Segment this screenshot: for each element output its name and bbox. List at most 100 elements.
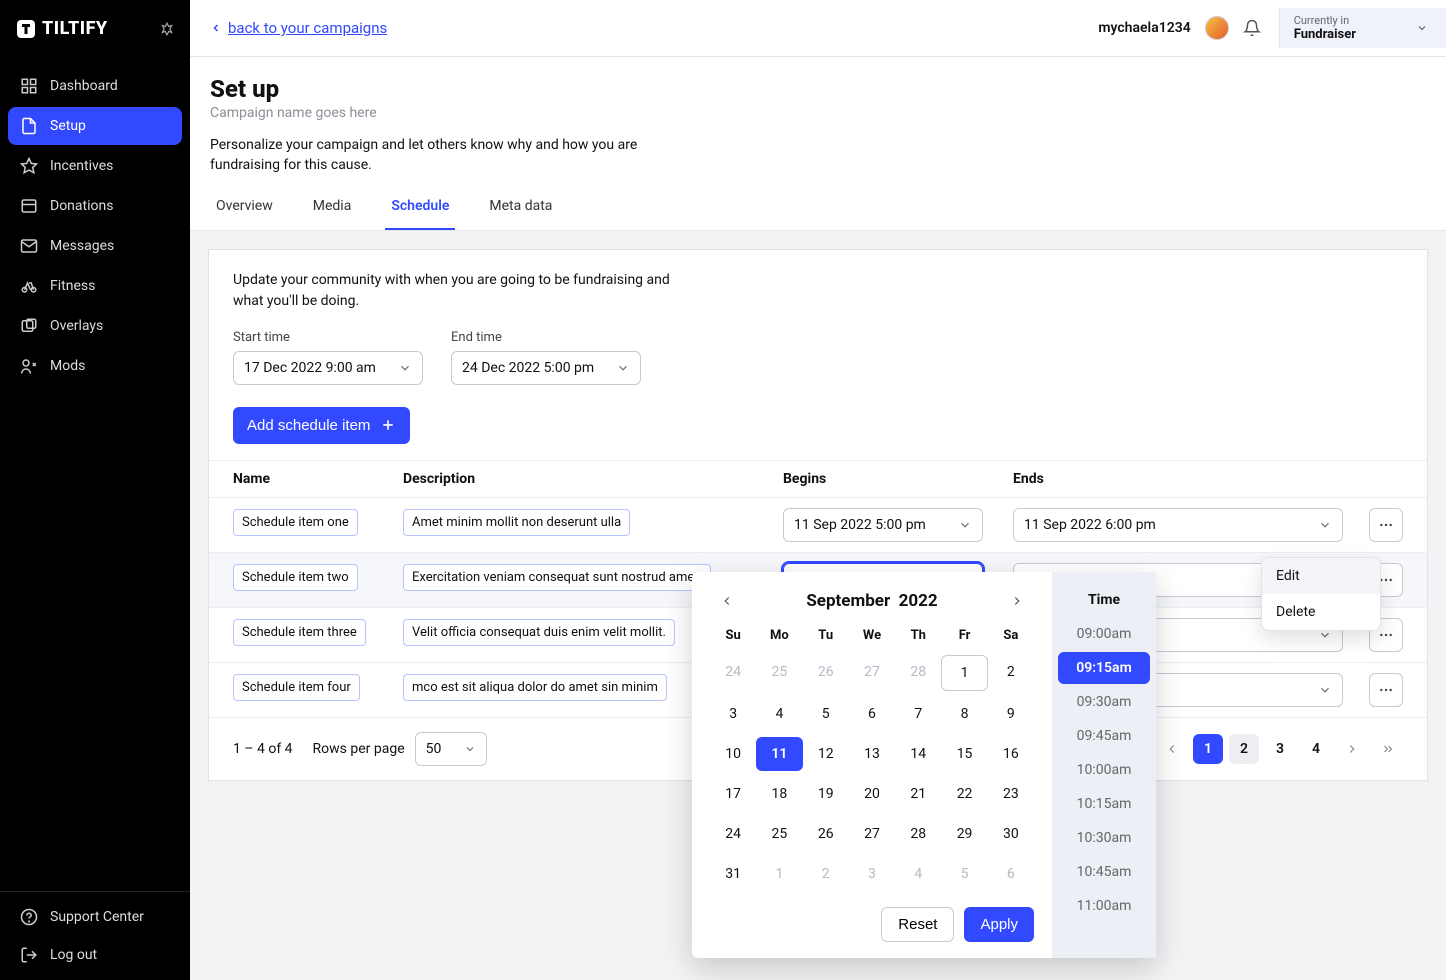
prev-month-button[interactable] (716, 590, 738, 612)
ends-dropdown[interactable]: 11 Sep 2022 6:00 pm (1013, 508, 1343, 542)
calendar-day[interactable]: 15 (941, 737, 987, 771)
tab-schedule[interactable]: Schedule (385, 198, 455, 230)
time-option[interactable]: 09:00am (1058, 618, 1150, 650)
time-option[interactable]: 09:15am (1058, 652, 1150, 684)
calendar-day[interactable]: 14 (895, 737, 941, 771)
calendar-day[interactable]: 1 (756, 857, 802, 891)
avatar[interactable] (1205, 16, 1229, 40)
time-option[interactable]: 10:15am (1058, 788, 1150, 820)
calendar-day[interactable]: 7 (895, 697, 941, 731)
calendar-day[interactable]: 30 (988, 817, 1034, 851)
calendar-day[interactable]: 29 (941, 817, 987, 851)
calendar-day[interactable]: 4 (895, 857, 941, 891)
calendar-day[interactable]: 31 (710, 857, 756, 891)
calendar-day[interactable]: 28 (895, 817, 941, 851)
tab-overview[interactable]: Overview (210, 198, 279, 230)
start-time-dropdown[interactable]: 17 Dec 2022 9:00 am (233, 351, 423, 385)
sidebar-item-incentives[interactable]: Incentives (8, 147, 182, 185)
last-page-button[interactable] (1373, 734, 1403, 764)
calendar-day[interactable]: 12 (803, 737, 849, 771)
end-time-dropdown[interactable]: 24 Dec 2022 5:00 pm (451, 351, 641, 385)
sidebar-item-mods[interactable]: Mods (8, 347, 182, 385)
tab-meta-data[interactable]: Meta data (483, 198, 558, 230)
sidebar-item-overlays[interactable]: Overlays (8, 307, 182, 345)
calendar-day[interactable]: 21 (895, 777, 941, 811)
apply-button[interactable]: Apply (964, 907, 1034, 942)
next-month-button[interactable] (1006, 590, 1028, 612)
sidebar-item-messages[interactable]: Messages (8, 227, 182, 265)
page-2[interactable]: 2 (1229, 734, 1259, 764)
name-input[interactable]: Schedule item three (233, 619, 366, 646)
time-option[interactable]: 10:00am (1058, 754, 1150, 786)
description-input[interactable]: mco est sit aliqua dolor do amet sin min… (403, 674, 667, 701)
sidebar-item-fitness[interactable]: Fitness (8, 267, 182, 305)
calendar-day[interactable]: 5 (803, 697, 849, 731)
calendar-day[interactable]: 25 (756, 817, 802, 851)
time-option[interactable]: 11:00am (1058, 890, 1150, 922)
edit-action[interactable]: Edit (1262, 558, 1380, 594)
calendar-day[interactable]: 13 (849, 737, 895, 771)
calendar-day[interactable]: 6 (849, 697, 895, 731)
calendar-day[interactable]: 19 (803, 777, 849, 811)
calendar-day[interactable]: 24 (710, 655, 756, 691)
role-switcher[interactable]: Currently in Fundraiser (1279, 8, 1446, 48)
name-input[interactable]: Schedule item one (233, 509, 358, 536)
add-schedule-item-button[interactable]: Add schedule item (233, 407, 410, 444)
rows-per-page-dropdown[interactable]: 50 (415, 732, 487, 766)
calendar-day[interactable]: 26 (803, 817, 849, 851)
calendar-day[interactable]: 27 (849, 817, 895, 851)
sidebar-footer-support-center[interactable]: Support Center (8, 898, 182, 936)
next-page-button[interactable] (1337, 734, 1367, 764)
calendar-day[interactable]: 16 (988, 737, 1034, 771)
calendar-day[interactable]: 22 (941, 777, 987, 811)
begins-dropdown[interactable]: 11 Sep 2022 5:00 pm (783, 508, 983, 542)
calendar-day[interactable]: 8 (941, 697, 987, 731)
description-input[interactable]: Exercitation veniam consequat sunt nostr… (403, 564, 711, 591)
page-3[interactable]: 3 (1265, 734, 1295, 764)
calendar-day[interactable]: 4 (756, 697, 802, 731)
name-input[interactable]: Schedule item two (233, 564, 358, 591)
sidebar-footer-log-out[interactable]: Log out (8, 936, 182, 974)
tab-media[interactable]: Media (307, 198, 358, 230)
calendar-day[interactable]: 27 (849, 655, 895, 691)
sidebar-item-setup[interactable]: Setup (8, 107, 182, 145)
row-actions-button[interactable] (1369, 508, 1403, 542)
header-description: Personalize your campaign and let others… (210, 135, 670, 176)
calendar-day[interactable]: 26 (803, 655, 849, 691)
calendar-day[interactable]: 24 (710, 817, 756, 851)
sidebar-item-donations[interactable]: Donations (8, 187, 182, 225)
description-input[interactable]: Velit officia consequat duis enim velit … (403, 619, 675, 646)
calendar-day[interactable]: 9 (988, 697, 1034, 731)
calendar-day[interactable]: 1 (941, 655, 987, 691)
calendar-day[interactable]: 11 (756, 737, 802, 771)
calendar-day[interactable]: 6 (988, 857, 1034, 891)
calendar-day[interactable]: 5 (941, 857, 987, 891)
pin-icon[interactable] (160, 22, 174, 36)
calendar-day[interactable]: 2 (988, 655, 1034, 691)
calendar-day[interactable]: 17 (710, 777, 756, 811)
description-input[interactable]: Amet minim mollit non deserunt ulla (403, 509, 630, 536)
calendar-day[interactable]: 2 (803, 857, 849, 891)
time-option[interactable]: 09:30am (1058, 686, 1150, 718)
delete-action[interactable]: Delete (1262, 594, 1380, 630)
time-option[interactable]: 10:45am (1058, 856, 1150, 888)
sidebar-item-dashboard[interactable]: Dashboard (8, 67, 182, 105)
calendar-day[interactable]: 20 (849, 777, 895, 811)
calendar-day[interactable]: 28 (895, 655, 941, 691)
calendar-day[interactable]: 18 (756, 777, 802, 811)
calendar-day[interactable]: 3 (710, 697, 756, 731)
page-4[interactable]: 4 (1301, 734, 1331, 764)
time-option[interactable]: 09:45am (1058, 720, 1150, 752)
page-1[interactable]: 1 (1193, 734, 1223, 764)
calendar-day[interactable]: 3 (849, 857, 895, 891)
reset-button[interactable]: Reset (881, 907, 954, 942)
name-input[interactable]: Schedule item four (233, 674, 360, 701)
calendar-day[interactable]: 10 (710, 737, 756, 771)
calendar-day[interactable]: 25 (756, 655, 802, 691)
calendar-day[interactable]: 23 (988, 777, 1034, 811)
back-link[interactable]: back to your campaigns (210, 19, 387, 37)
row-actions-button[interactable] (1369, 673, 1403, 707)
bell-icon[interactable] (1243, 19, 1261, 37)
time-option[interactable]: 10:30am (1058, 822, 1150, 854)
prev-page-button[interactable] (1157, 734, 1187, 764)
